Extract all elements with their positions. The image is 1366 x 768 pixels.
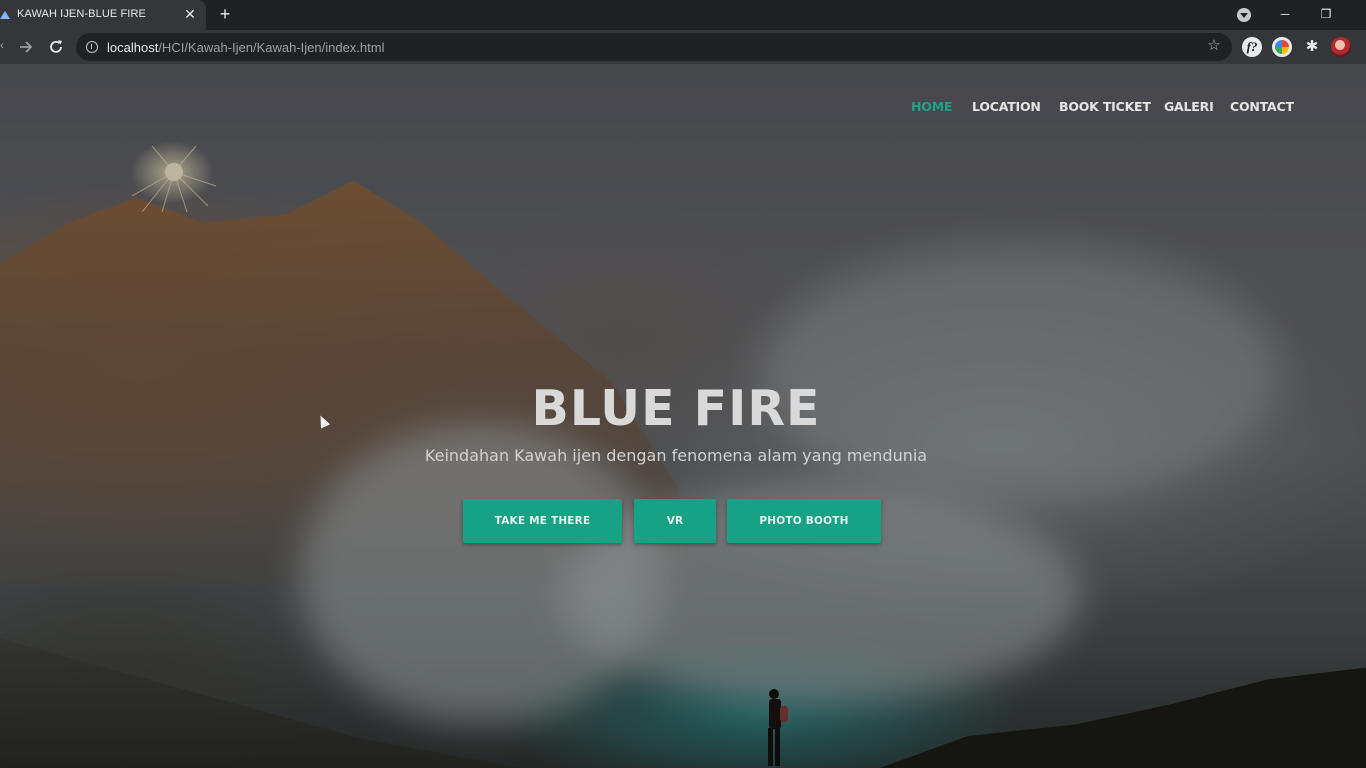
nav-item-location[interactable]: LOCATION (972, 99, 1041, 114)
tab-search-icon[interactable] (1237, 8, 1251, 22)
url-host: localhost (107, 40, 159, 55)
new-tab-button[interactable]: + (216, 5, 234, 23)
info-icon[interactable] (86, 41, 98, 53)
url-path: /HCI/Kawah-Ijen/Kawah-Ijen/index.html (158, 40, 385, 55)
browser-tab[interactable]: KAWAH IJEN-BLUE FIRE ✕ (0, 0, 206, 30)
reload-icon[interactable] (47, 38, 65, 56)
puzzle-icon[interactable]: ✱ (1302, 37, 1322, 57)
vr-button[interactable]: VR (634, 499, 716, 543)
page-viewport: HOME LOCATION BOOK TICKET GALERI CONTACT… (0, 64, 1366, 768)
browser-tab-bar: KAWAH IJEN-BLUE FIRE ✕ + ─ ❐ (0, 0, 1366, 30)
nav-item-book-ticket[interactable]: BOOK TICKET (1059, 99, 1151, 114)
nav-item-galeri[interactable]: GALERI (1164, 99, 1214, 114)
extension-color-icon[interactable] (1272, 37, 1292, 57)
forward-arrow-icon[interactable] (17, 38, 35, 56)
url-text[interactable]: localhost/HCI/Kawah-Ijen/Kawah-Ijen/inde… (107, 40, 384, 55)
hero-subtitle: Keindahan Kawah ijen dengan fenomena ala… (424, 446, 928, 465)
photo-booth-button[interactable]: PHOTO BOOTH (727, 499, 881, 543)
browser-toolbar: ‹ localhost/HCI/Kawah-Ijen/Kawah-Ijen/in… (0, 30, 1366, 64)
nav-item-contact[interactable]: CONTACT (1230, 99, 1294, 114)
tab-title: KAWAH IJEN-BLUE FIRE (17, 8, 146, 20)
address-bar[interactable]: localhost/HCI/Kawah-Ijen/Kawah-Ijen/inde… (76, 33, 1232, 61)
star-icon[interactable]: ☆ (1206, 38, 1222, 54)
tab-favicon-icon (0, 11, 10, 19)
profile-avatar[interactable] (1331, 37, 1351, 57)
back-arrow-icon[interactable]: ‹ (0, 38, 4, 56)
take-me-there-button[interactable]: TAKE ME THERE (463, 499, 622, 543)
minimize-button[interactable]: ─ (1273, 3, 1297, 25)
restore-button[interactable]: ❐ (1314, 3, 1338, 25)
nav-item-home[interactable]: HOME (911, 99, 952, 114)
tab-close-icon[interactable]: ✕ (182, 6, 198, 22)
extension-f-icon[interactable]: f? (1242, 37, 1262, 57)
hero-title: BLUE FIRE (531, 380, 821, 437)
